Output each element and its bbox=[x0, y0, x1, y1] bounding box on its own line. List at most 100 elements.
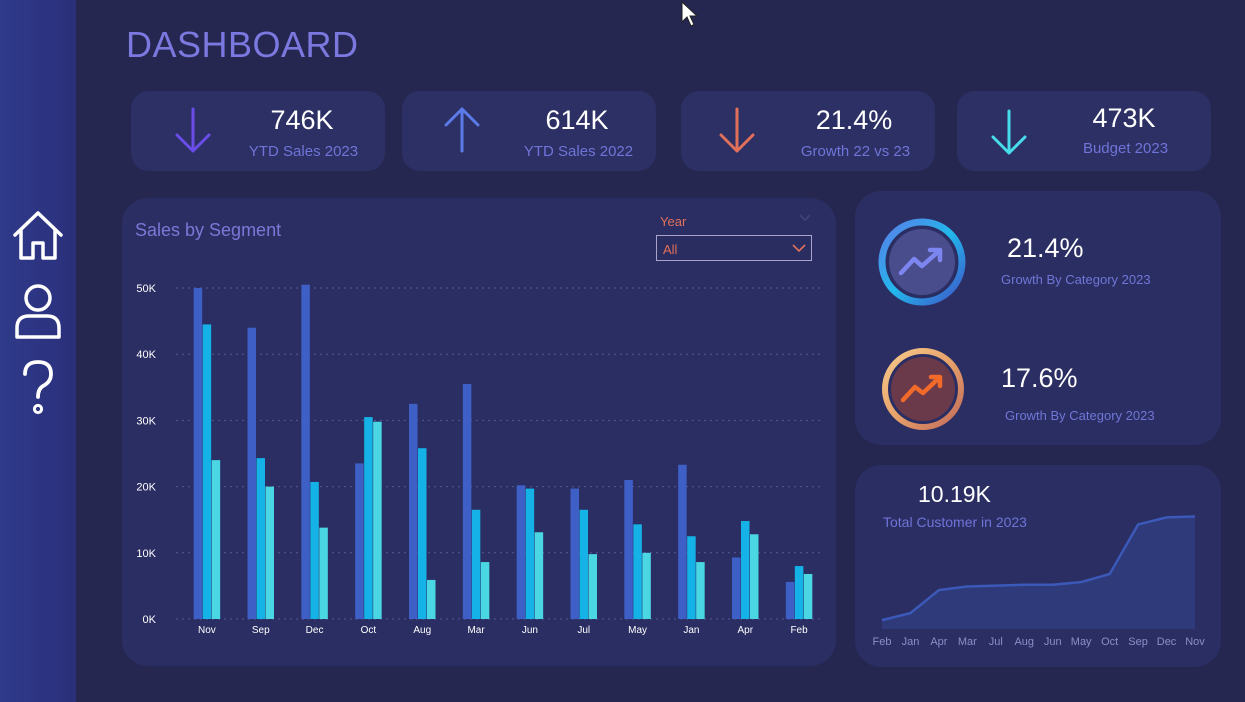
x-tick-label: Mar bbox=[467, 625, 485, 636]
mouse-cursor-icon bbox=[681, 1, 699, 27]
kpi-label: Growth 22 vs 23 bbox=[800, 143, 911, 160]
bar bbox=[193, 288, 203, 619]
y-tick-label: 20K bbox=[136, 482, 156, 494]
x-tick-label: Apr bbox=[737, 625, 753, 636]
kpi-label: Budget 2023 bbox=[1082, 140, 1169, 157]
kpi-value: 614K bbox=[545, 105, 609, 135]
kpi-card-ytd-sales-2022[interactable]: 614K YTD Sales 2022 bbox=[402, 91, 656, 171]
chevron-down-icon[interactable] bbox=[798, 212, 812, 224]
user-nav-button[interactable] bbox=[8, 281, 68, 341]
kpi-label: YTD Sales 2022 bbox=[523, 143, 634, 160]
y-tick-label: 30K bbox=[136, 415, 156, 427]
kpi-value: 21.4% bbox=[815, 105, 893, 135]
x-tick-label: Nov bbox=[198, 625, 216, 636]
bar bbox=[409, 403, 418, 619]
bar bbox=[579, 509, 588, 619]
bar bbox=[301, 284, 310, 619]
x-tick-label: Dec bbox=[306, 625, 324, 636]
user-icon bbox=[15, 284, 61, 339]
bar bbox=[480, 562, 490, 619]
bar bbox=[696, 562, 705, 619]
bar bbox=[211, 460, 221, 619]
year-dropdown-value: All bbox=[663, 242, 678, 257]
kpi-card-growth[interactable]: 21.4% Growth 22 vs 23 bbox=[681, 91, 935, 171]
bar bbox=[534, 532, 544, 619]
kpi-card-budget-2023[interactable]: 473K Budget 2023 bbox=[957, 91, 1211, 171]
x-tick-label: May bbox=[628, 625, 647, 636]
y-tick-label: 50K bbox=[136, 283, 156, 295]
home-icon bbox=[13, 211, 63, 260]
bar bbox=[310, 481, 319, 619]
x-tick-label: Aug bbox=[1014, 636, 1034, 648]
growth-label: Growth By Category 2023 bbox=[1005, 408, 1155, 423]
x-tick-label: Aug bbox=[413, 625, 431, 636]
x-tick-label: Feb bbox=[873, 636, 892, 648]
bar bbox=[732, 557, 741, 619]
bar bbox=[364, 417, 373, 619]
year-filter-label: Year bbox=[660, 214, 687, 229]
x-tick-label: Nov bbox=[1185, 636, 1205, 648]
bar bbox=[588, 554, 597, 619]
bar bbox=[741, 521, 750, 619]
total-customer-panel: Feb Jan Apr Mar Jul Aug Jun May Oct Sep Dec Nov 10.… bbox=[855, 465, 1221, 667]
x-tick-label: Apr bbox=[930, 636, 947, 648]
growth-ring-orange-icon bbox=[882, 348, 964, 430]
bar bbox=[418, 448, 427, 619]
bar bbox=[462, 383, 472, 619]
x-tick-label: Feb bbox=[790, 625, 808, 636]
bar bbox=[803, 573, 813, 619]
x-tick-label: Jan bbox=[683, 625, 699, 636]
x-tick-label: May bbox=[1071, 636, 1092, 648]
x-tick-label: Sep bbox=[1128, 636, 1148, 648]
bar bbox=[516, 485, 526, 619]
growth-value: 17.6% bbox=[1001, 363, 1078, 393]
sidebar bbox=[0, 0, 76, 702]
bar bbox=[624, 479, 633, 619]
x-tick-label: Jun bbox=[1044, 636, 1062, 648]
bar bbox=[687, 536, 696, 619]
chevron-down-icon bbox=[792, 244, 806, 253]
bar bbox=[265, 486, 274, 619]
year-dropdown[interactable]: All bbox=[656, 235, 812, 261]
bar bbox=[794, 566, 804, 619]
y-tick-label: 0K bbox=[143, 614, 157, 626]
kpi-value: 473K bbox=[1092, 103, 1156, 133]
bar bbox=[256, 458, 265, 619]
bar bbox=[319, 527, 328, 619]
bar bbox=[373, 421, 382, 619]
growth-label: Growth By Category 2023 bbox=[1001, 272, 1151, 287]
bar bbox=[642, 552, 651, 619]
bar bbox=[427, 579, 436, 619]
x-tick-label: Mar bbox=[958, 636, 977, 648]
x-tick-label: Sep bbox=[252, 625, 270, 636]
bar bbox=[355, 463, 364, 619]
growth-panel: 21.4% Growth By Category 2023 17.6% Grow… bbox=[855, 191, 1221, 445]
sales-by-segment-panel: 0K 10K 20K 30K 40K 50K Nov Sep Dec Oct Aug Mar Jun Ju… bbox=[122, 198, 836, 666]
chart-title: Sales by Segment bbox=[135, 220, 282, 240]
home-nav-button[interactable] bbox=[8, 205, 68, 265]
customer-label: Total Customer in 2023 bbox=[883, 514, 1027, 530]
y-tick-label: 40K bbox=[136, 349, 156, 361]
x-tick-label: Dec bbox=[1157, 636, 1177, 648]
dashboard-app: DASHBOARD 746K YTD Sales 2023 614K YTD S… bbox=[0, 0, 1245, 702]
area-fill bbox=[882, 516, 1195, 629]
kpi-value: 746K bbox=[270, 105, 334, 135]
bar bbox=[247, 327, 256, 619]
x-tick-label: Jul bbox=[989, 636, 1003, 648]
kpi-card-ytd-sales-2023[interactable]: 746K YTD Sales 2023 bbox=[131, 91, 385, 171]
x-tick-label: Oct bbox=[361, 625, 377, 636]
arrow-down-icon bbox=[719, 107, 755, 153]
bar bbox=[570, 488, 579, 619]
arrow-down-icon bbox=[991, 109, 1027, 155]
help-icon bbox=[23, 360, 53, 415]
page-title: DASHBOARD bbox=[126, 24, 359, 65]
sales-chart: 0K 10K 20K 30K 40K 50K Nov Sep Dec Oct Aug Mar Jun Ju… bbox=[136, 283, 822, 636]
help-nav-button[interactable] bbox=[8, 356, 68, 416]
bar bbox=[785, 581, 795, 619]
bar bbox=[750, 534, 759, 619]
x-tick-label: Oct bbox=[1101, 636, 1118, 648]
bar bbox=[525, 488, 535, 619]
x-tick-label: Jun bbox=[522, 625, 538, 636]
bar bbox=[678, 464, 687, 619]
customer-value: 10.19K bbox=[918, 481, 991, 507]
